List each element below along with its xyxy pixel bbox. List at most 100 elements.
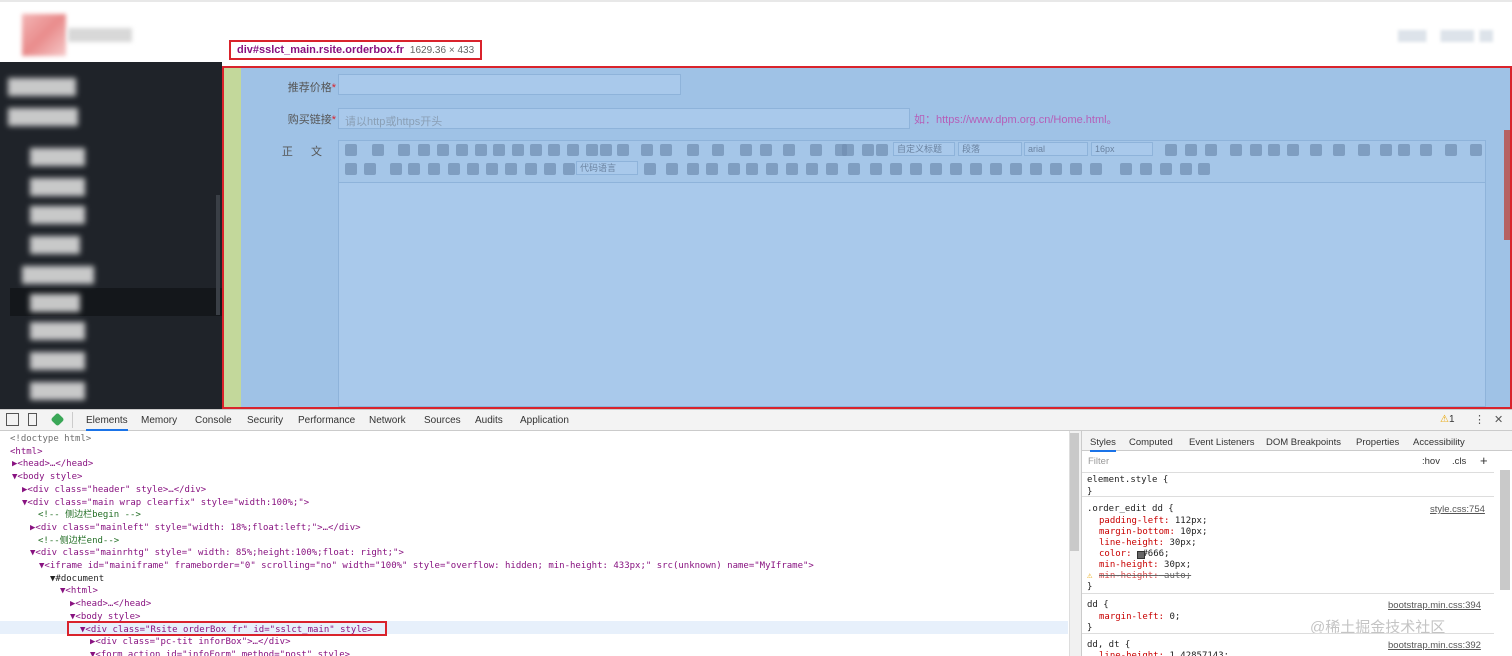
- editor-paragraph-select[interactable]: 段落: [958, 142, 1022, 156]
- editor-tool-icon[interactable]: [567, 144, 579, 156]
- editor-tool-icon[interactable]: [525, 163, 537, 175]
- editor-tool-icon[interactable]: [467, 163, 479, 175]
- close-devtools-icon[interactable]: ✕: [1494, 412, 1503, 428]
- editor-tool-icon[interactable]: [1090, 163, 1102, 175]
- sidebar-item[interactable]: [30, 206, 85, 224]
- editor-tool-icon[interactable]: [806, 163, 818, 175]
- sidebar-item[interactable]: [30, 322, 85, 340]
- editor-tool-icon[interactable]: [644, 163, 656, 175]
- tab-elements[interactable]: Elements: [86, 410, 128, 431]
- editor-tool-icon[interactable]: [687, 144, 699, 156]
- editor-tool-icon[interactable]: [586, 144, 598, 156]
- tab-console[interactable]: Console: [195, 410, 232, 431]
- sidebar-item[interactable]: [8, 78, 76, 96]
- color-swatch[interactable]: [1137, 551, 1145, 559]
- editor-tool-icon[interactable]: [1120, 163, 1132, 175]
- editor-tool-icon[interactable]: [910, 163, 922, 175]
- styles-filter[interactable]: Filter :hov .cls +: [1082, 452, 1494, 472]
- editor-tool-icon[interactable]: [728, 163, 740, 175]
- editor-tool-icon[interactable]: [1205, 144, 1217, 156]
- css-property[interactable]: min-height: 30px;: [1099, 560, 1191, 571]
- css-property[interactable]: line-height: 1.42857143;: [1099, 651, 1229, 656]
- editor-tool-icon[interactable]: [890, 163, 902, 175]
- editor-tool-icon[interactable]: [1198, 163, 1210, 175]
- editor-tool-icon[interactable]: [970, 163, 982, 175]
- sidebar-item[interactable]: [30, 294, 80, 312]
- cls-toggle[interactable]: .cls: [1452, 456, 1466, 467]
- sidebar-scrollbar[interactable]: [216, 195, 220, 315]
- dom-line[interactable]: <!doctype html>: [10, 433, 91, 445]
- editor-tool-icon[interactable]: [617, 144, 629, 156]
- sidebar-item[interactable]: [8, 108, 78, 126]
- editor-tool-icon[interactable]: [548, 144, 560, 156]
- editor-tool-icon[interactable]: [512, 144, 524, 156]
- price-input[interactable]: [338, 74, 681, 95]
- styles-tab-event-listeners[interactable]: Event Listeners: [1189, 433, 1254, 452]
- editor-tool-icon[interactable]: [950, 163, 962, 175]
- dom-line[interactable]: ▼<iframe id="mainiframe" frameborder="0"…: [39, 560, 814, 572]
- styles-tab-dom-breakpoints[interactable]: DOM Breakpoints: [1266, 433, 1341, 452]
- editor-tool-icon[interactable]: [862, 144, 874, 156]
- editor-tool-icon[interactable]: [870, 163, 882, 175]
- site-logo[interactable]: [22, 14, 66, 56]
- editor-tool-icon[interactable]: [1287, 144, 1299, 156]
- editor-tool-icon[interactable]: [1180, 163, 1192, 175]
- editor-tool-icon[interactable]: [1070, 163, 1082, 175]
- editor-tool-icon[interactable]: [563, 163, 575, 175]
- editor-tool-icon[interactable]: [390, 163, 402, 175]
- dom-line[interactable]: ▶<head>…</head>: [12, 458, 93, 470]
- editor-tool-icon[interactable]: [746, 163, 758, 175]
- css-property-overridden[interactable]: min-height: auto;: [1099, 571, 1191, 582]
- editor-tool-icon[interactable]: [1140, 163, 1152, 175]
- editor-tool-icon[interactable]: [437, 144, 449, 156]
- styles-scrollbar[interactable]: [1500, 470, 1510, 590]
- editor-tool-icon[interactable]: [641, 144, 653, 156]
- editor-tool-icon[interactable]: [786, 163, 798, 175]
- editor-tool-icon[interactable]: [1310, 144, 1322, 156]
- css-property[interactable]: margin-bottom: 10px;: [1099, 527, 1207, 538]
- sidebar-item[interactable]: [30, 382, 85, 400]
- editor-tool-icon[interactable]: [712, 144, 724, 156]
- styles-tab-properties[interactable]: Properties: [1356, 433, 1399, 452]
- tab-memory[interactable]: Memory: [141, 410, 177, 431]
- editor-tool-icon[interactable]: [505, 163, 517, 175]
- dom-line[interactable]: ▼<form action id="infoForm" method="post…: [90, 649, 350, 656]
- dom-line[interactable]: ▶<div class="mainleft" style="width: 18%…: [30, 522, 361, 534]
- editor-tool-icon[interactable]: [1030, 163, 1042, 175]
- editor-tool-icon[interactable]: [1333, 144, 1345, 156]
- tab-security[interactable]: Security: [247, 410, 283, 431]
- editor-tool-icon[interactable]: [842, 144, 854, 156]
- sidebar-item[interactable]: [30, 178, 85, 196]
- editor-tool-icon[interactable]: [810, 144, 822, 156]
- dom-line[interactable]: ▶<head>…</head>: [70, 598, 151, 610]
- editor-tool-icon[interactable]: [1230, 144, 1242, 156]
- editor-tool-icon[interactable]: [848, 163, 860, 175]
- device-toolbar-icon[interactable]: [28, 413, 37, 426]
- inspect-element-icon[interactable]: [6, 413, 19, 426]
- user-menu-blurred[interactable]: [1398, 30, 1493, 42]
- editor-tool-icon[interactable]: [493, 144, 505, 156]
- dom-line[interactable]: <html>: [10, 446, 43, 458]
- editor-tool-icon[interactable]: [486, 163, 498, 175]
- editor-tool-icon[interactable]: [1398, 144, 1410, 156]
- editor-tool-icon[interactable]: [398, 144, 410, 156]
- editor-tool-icon[interactable]: [345, 144, 357, 156]
- editor-tool-icon[interactable]: [345, 163, 357, 175]
- editor-tool-icon[interactable]: [418, 144, 430, 156]
- editor-tool-icon[interactable]: [1160, 163, 1172, 175]
- link-input[interactable]: 请以http或https开头: [338, 108, 910, 129]
- editor-tool-icon[interactable]: [1165, 144, 1177, 156]
- warning-indicator[interactable]: ⚠1: [1440, 412, 1455, 428]
- editor-tool-icon[interactable]: [408, 163, 420, 175]
- editor-font-select[interactable]: arial: [1024, 142, 1088, 156]
- editor-tool-icon[interactable]: [766, 163, 778, 175]
- dom-line[interactable]: ▶<div class="pc-tit inforBox">…</div>: [90, 636, 290, 648]
- styles-tab-computed[interactable]: Computed: [1129, 433, 1173, 452]
- style-source-link[interactable]: bootstrap.min.css:394: [1388, 600, 1481, 611]
- main-scrollbar[interactable]: [1504, 130, 1510, 240]
- editor-tool-icon[interactable]: [1445, 144, 1457, 156]
- hov-toggle[interactable]: :hov: [1422, 456, 1440, 467]
- styles-tab-accessibility[interactable]: Accessibility: [1413, 433, 1465, 452]
- editor-tool-icon[interactable]: [1185, 144, 1197, 156]
- editor-tool-icon[interactable]: [760, 144, 772, 156]
